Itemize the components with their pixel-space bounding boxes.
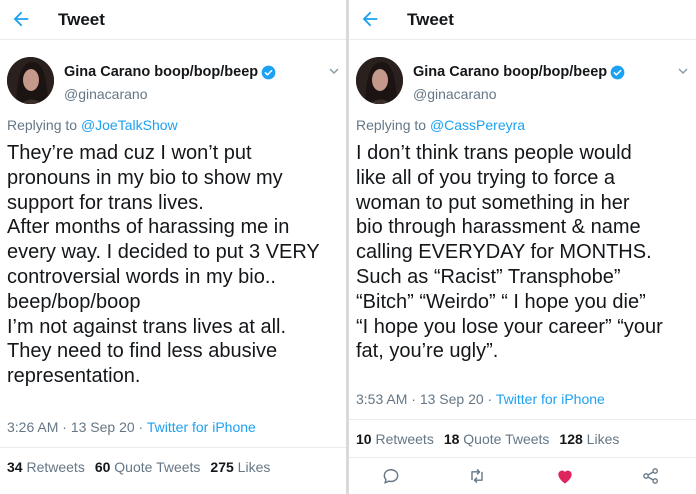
tweet-text: I don’t think trans people would like al… (356, 142, 663, 363)
retweets-stat[interactable]: 10 Retweets (356, 431, 434, 447)
tweet-actions (349, 466, 696, 490)
display-name[interactable]: Gina Carano boop/bop/beep (64, 64, 258, 80)
user-handle[interactable]: @ginacarano (64, 86, 148, 102)
avatar[interactable] (7, 57, 54, 104)
tweet-date[interactable]: 13 Sep 20 (420, 391, 484, 407)
tweet-source-link[interactable]: Twitter for iPhone (147, 419, 256, 435)
meta-separator: · (58, 419, 71, 435)
divider (0, 447, 346, 448)
replying-to-link[interactable]: @CassPereyra (430, 117, 525, 133)
avatar[interactable] (356, 57, 403, 104)
verified-badge-icon (610, 65, 625, 79)
quote-tweets-stat[interactable]: 60 Quote Tweets (95, 459, 201, 475)
tweet-text: They’re mad cuz I won’t put pronouns in … (7, 142, 320, 388)
share-icon[interactable] (641, 466, 661, 486)
meta-separator: · (407, 391, 420, 407)
author-name-row[interactable]: Gina Carano boop/bop/beep (413, 64, 625, 80)
tweet-meta: 3:53 AM · 13 Sep 20 · Twitter for iPhone (356, 391, 605, 407)
author-name-row[interactable]: Gina Carano boop/bop/beep (64, 64, 276, 80)
header: Tweet (0, 0, 346, 40)
meta-separator: · (134, 419, 147, 435)
tweet-date[interactable]: 13 Sep 20 (71, 419, 135, 435)
tweet-panel-left: Tweet Gina Carano boop/bop/beep @ginacar… (0, 0, 346, 494)
tweet-meta: 3:26 AM · 13 Sep 20 · Twitter for iPhone (7, 419, 256, 435)
like-icon[interactable] (555, 466, 575, 486)
display-name[interactable]: Gina Carano boop/bop/beep (413, 64, 607, 80)
likes-stat[interactable]: 128 Likes (559, 431, 619, 447)
replying-to: Replying to @JoeTalkShow (7, 117, 178, 133)
page-title: Tweet (407, 10, 454, 29)
likes-stat[interactable]: 275 Likes (210, 459, 270, 475)
verified-badge-icon (261, 65, 276, 79)
meta-separator: · (483, 391, 496, 407)
quote-tweets-stat[interactable]: 18 Quote Tweets (444, 431, 550, 447)
back-arrow-icon[interactable] (10, 8, 32, 30)
divider (349, 419, 696, 420)
divider (349, 457, 696, 458)
replying-to: Replying to @CassPereyra (356, 117, 525, 133)
tweet-source-link[interactable]: Twitter for iPhone (496, 391, 605, 407)
user-handle[interactable]: @ginacarano (413, 86, 497, 102)
header: Tweet (349, 0, 696, 40)
replying-to-label: Replying to (7, 117, 81, 133)
chevron-down-icon[interactable] (677, 65, 689, 77)
tweet-time[interactable]: 3:53 AM (356, 391, 407, 407)
page-title: Tweet (58, 10, 105, 29)
replying-to-label: Replying to (356, 117, 430, 133)
tweet-stats: 34 Retweets 60 Quote Tweets 275 Likes (7, 459, 270, 475)
retweet-icon[interactable] (467, 466, 487, 486)
chevron-down-icon[interactable] (328, 65, 340, 77)
tweet-time[interactable]: 3:26 AM (7, 419, 58, 435)
retweets-stat[interactable]: 34 Retweets (7, 459, 85, 475)
reply-icon[interactable] (381, 466, 401, 486)
tweet-panel-right: Tweet Gina Carano boop/bop/beep @ginacar… (349, 0, 696, 494)
replying-to-link[interactable]: @JoeTalkShow (81, 117, 178, 133)
tweet-stats: 10 Retweets 18 Quote Tweets 128 Likes (356, 431, 619, 447)
back-arrow-icon[interactable] (359, 8, 381, 30)
